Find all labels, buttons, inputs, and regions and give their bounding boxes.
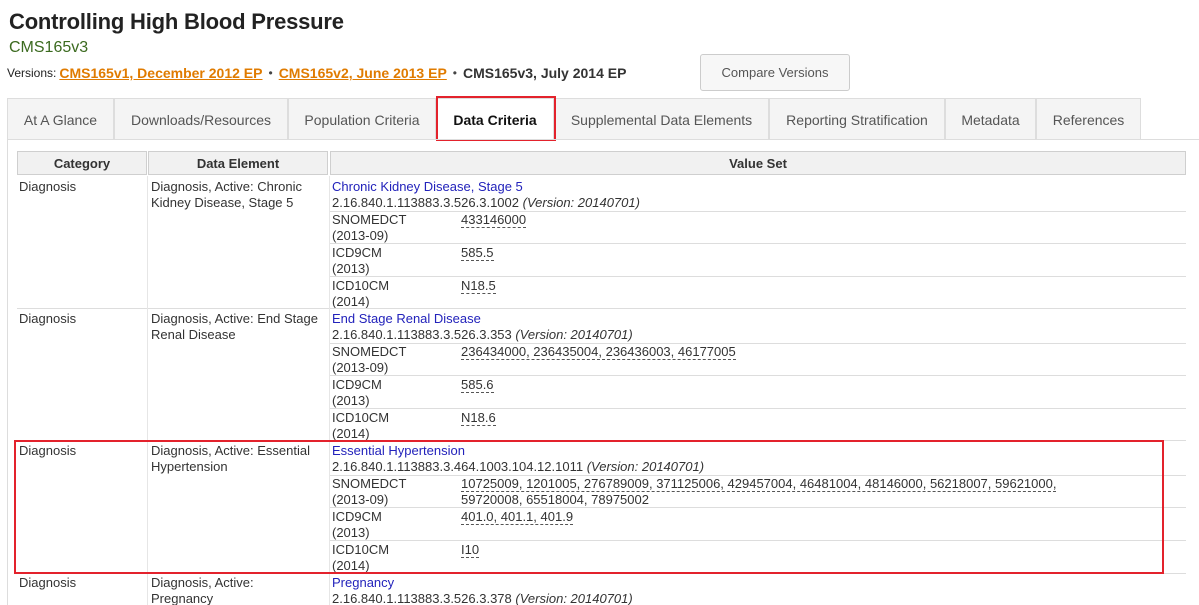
- divider: [330, 211, 1186, 212]
- value-set-name[interactable]: Chronic Kidney Disease, Stage 5: [332, 179, 523, 194]
- row-data-element: Diagnosis, Active: Essential Hypertensio…: [151, 443, 310, 474]
- code-system: ICD9CM (2013): [332, 245, 382, 276]
- column-divider: [329, 176, 330, 605]
- row-data-element: Diagnosis, Active: Pregnancy: [151, 575, 254, 605]
- value-set-link[interactable]: Essential Hypertension: [332, 443, 465, 459]
- code-values: 585.5: [461, 245, 494, 261]
- tab-divider: [7, 139, 1199, 140]
- row-data-element: Diagnosis, Active: Chronic Kidney Diseas…: [151, 179, 303, 210]
- page-title: Controlling High Blood Pressure: [9, 9, 344, 34]
- row-divider: [17, 308, 1186, 309]
- code-system: SNOMEDCT (2013-09): [332, 476, 407, 507]
- code-system: SNOMEDCT (2013-09): [332, 212, 407, 243]
- code-values: 236434000, 236435004, 236436003, 4617700…: [461, 344, 736, 360]
- code-system: ICD9CM (2013): [332, 509, 382, 540]
- row-category: Diagnosis: [19, 311, 77, 326]
- code-values: 10725009, 1201005, 276789009, 371125006,…: [461, 476, 1057, 508]
- value-set-name[interactable]: End Stage Renal Disease: [332, 311, 481, 326]
- row-category: Diagnosis: [19, 443, 77, 458]
- code-system: SNOMEDCT (2013-09): [332, 344, 407, 375]
- value-set-name[interactable]: Essential Hypertension: [332, 443, 465, 458]
- row-divider: [17, 573, 1186, 574]
- versions-bar: Versions: CMS165v1, December 2012 EP • C…: [7, 65, 626, 81]
- tab-metadata[interactable]: Metadata: [945, 98, 1036, 140]
- value-set-oid: 2.16.840.1.113883.3.526.3.353 (Version: …: [332, 327, 633, 342]
- bullet-separator: •: [268, 66, 273, 80]
- value-set-link[interactable]: End Stage Renal Disease: [332, 311, 481, 327]
- divider: [330, 243, 1186, 244]
- bullet-separator: •: [452, 66, 457, 80]
- code-values: 585.6: [461, 377, 494, 393]
- value-set-link[interactable]: Chronic Kidney Disease, Stage 5: [332, 179, 523, 195]
- column-divider: [147, 176, 148, 605]
- divider: [330, 375, 1186, 376]
- versions-label: Versions:: [7, 66, 57, 80]
- row-category: Diagnosis: [19, 575, 77, 590]
- code-system: ICD10CM (2014): [332, 542, 390, 573]
- row-divider: [17, 440, 1186, 441]
- code-system: ICD9CM (2013): [332, 377, 382, 408]
- tab-downloads-resources[interactable]: Downloads/Resources: [114, 98, 288, 140]
- value-set-oid: 2.16.840.1.113883.3.526.3.378 (Version: …: [332, 591, 633, 605]
- divider: [330, 276, 1186, 277]
- value-set-name[interactable]: Pregnancy: [332, 575, 394, 590]
- tab-supplemental-data-elements[interactable]: Supplemental Data Elements: [554, 98, 769, 140]
- tab-data-criteria[interactable]: Data Criteria: [436, 98, 554, 140]
- value-set-link[interactable]: Pregnancy: [332, 575, 394, 591]
- code-system: ICD10CM (2014): [332, 278, 390, 309]
- divider: [330, 408, 1186, 409]
- header-data-element: Data Element: [148, 151, 328, 175]
- value-set-oid: 2.16.840.1.113883.3.526.3.1002 (Version:…: [332, 195, 640, 210]
- code-values: I10: [461, 542, 480, 558]
- tab-at-a-glance[interactable]: At A Glance: [7, 98, 114, 140]
- header-category: Category: [17, 151, 147, 175]
- row-category: Diagnosis: [19, 179, 77, 194]
- value-set-oid: 2.16.840.1.113883.3.464.1003.104.12.1011…: [332, 459, 705, 474]
- compare-versions-button[interactable]: Compare Versions: [700, 54, 850, 91]
- version-link-v1[interactable]: CMS165v1, December 2012 EP: [59, 65, 262, 81]
- code-values: 433146000: [461, 212, 527, 228]
- code-values: 401.0, 401.1, 401.9: [461, 509, 574, 525]
- code-values: N18.6: [461, 410, 496, 426]
- tab-references[interactable]: References: [1036, 98, 1141, 140]
- tab-reporting-stratification[interactable]: Reporting Stratification: [769, 98, 945, 140]
- divider: [330, 540, 1186, 541]
- row-data-element: Diagnosis, Active: End Stage Renal Disea…: [151, 311, 318, 342]
- divider: [330, 343, 1186, 344]
- code-values: N18.5: [461, 278, 496, 294]
- tab-bar: At A Glance Downloads/Resources Populati…: [7, 98, 1141, 140]
- divider: [330, 507, 1186, 508]
- version-link-v2[interactable]: CMS165v2, June 2013 EP: [279, 65, 447, 81]
- measure-id: CMS165v3: [9, 39, 89, 56]
- code-system: ICD10CM (2014): [332, 410, 390, 441]
- current-version: CMS165v3, July 2014 EP: [463, 65, 627, 81]
- tab-population-criteria[interactable]: Population Criteria: [288, 98, 436, 140]
- header-value-set: Value Set: [330, 151, 1186, 175]
- panel-border: [7, 140, 8, 605]
